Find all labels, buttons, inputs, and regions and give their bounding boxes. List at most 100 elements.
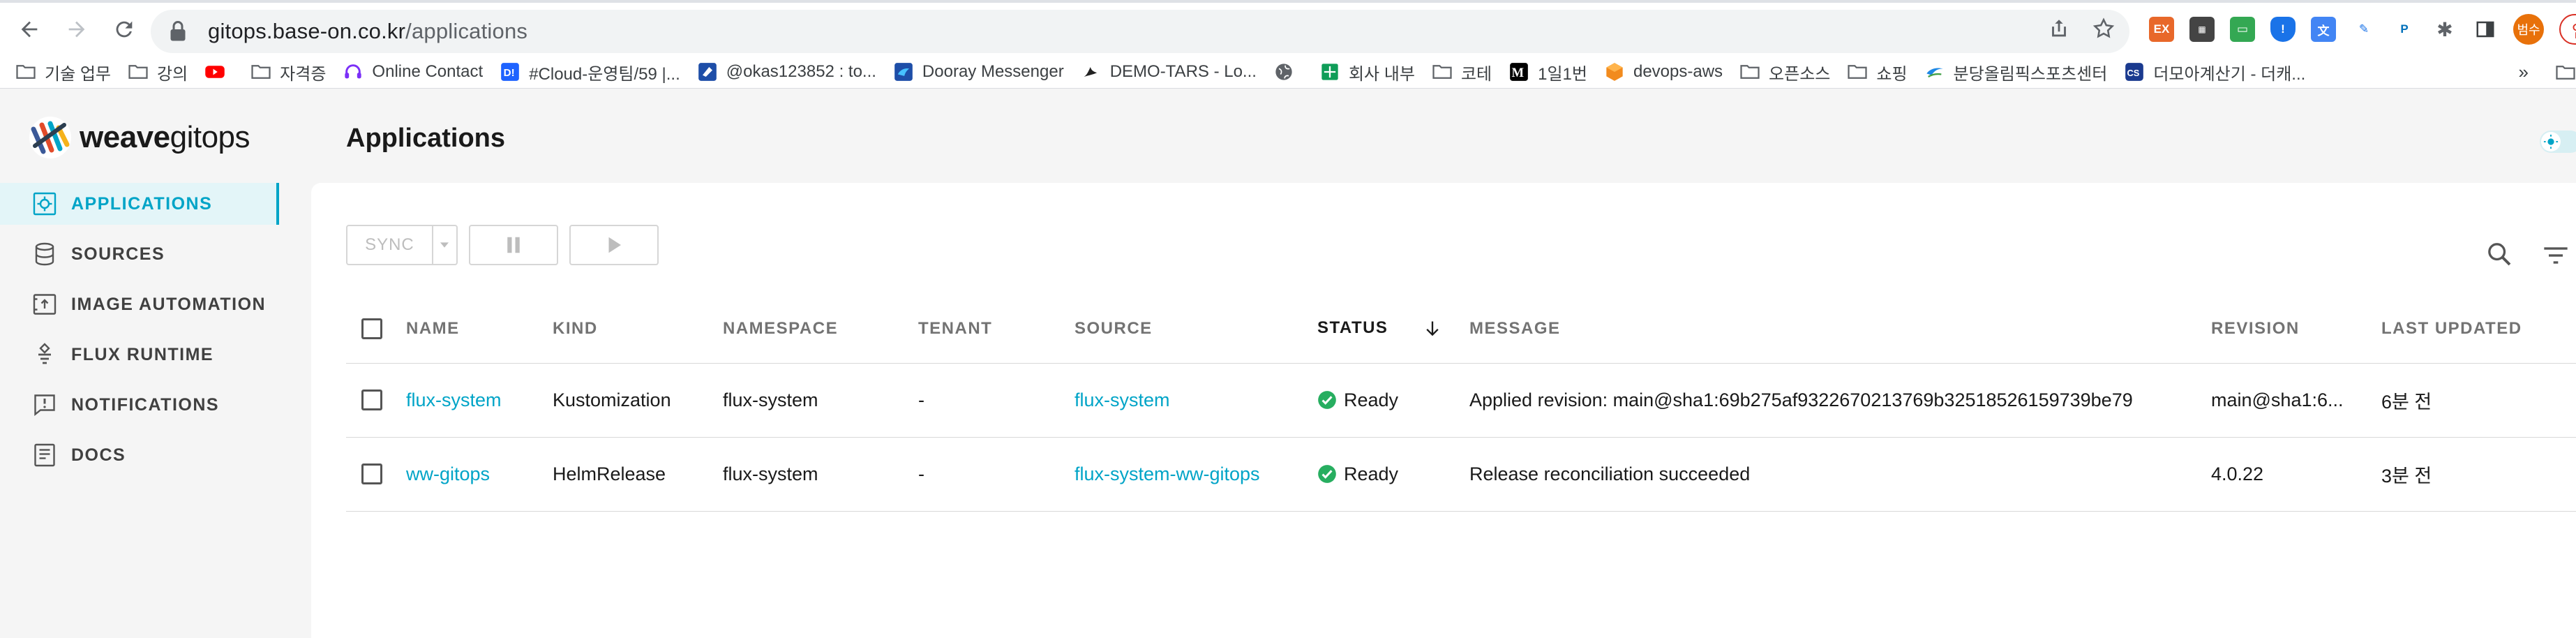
- suspend-button[interactable]: [469, 225, 558, 265]
- select-all-cell: [346, 295, 406, 363]
- cell-message: Release reconciliation succeeded: [1469, 437, 2211, 511]
- source-link[interactable]: flux-system: [1074, 390, 1170, 410]
- folder-icon: [1432, 62, 1453, 82]
- sidebar-item-notifications[interactable]: NOTIFICATIONS: [0, 384, 279, 426]
- bookmark-item[interactable]: 강의: [128, 60, 188, 84]
- puzzle-icon[interactable]: ✱: [2432, 17, 2457, 42]
- column-header-message[interactable]: MESSAGE: [1469, 295, 2211, 363]
- bookmark-label: #Cloud-운영팀/59 |...: [529, 64, 680, 84]
- column-header-label: NAME: [406, 318, 460, 338]
- address-bar[interactable]: gitops.base-on.co.kr/applications: [151, 10, 2129, 53]
- sidebar-item-applications[interactable]: APPLICATIONS: [0, 183, 279, 225]
- column-header-kind[interactable]: KIND: [553, 295, 723, 363]
- bookmark-item[interactable]: 자격증: [250, 60, 326, 84]
- source-link[interactable]: flux-system-ww-gitops: [1074, 463, 1260, 484]
- column-header-last-updated[interactable]: LAST UPDATED: [2381, 295, 2576, 363]
- bookmark-item[interactable]: M 1일1번: [1508, 60, 1587, 84]
- column-header-source[interactable]: SOURCE: [1074, 295, 1317, 363]
- bookmark-item[interactable]: 오픈소스: [1739, 60, 1830, 84]
- shield-extension-icon[interactable]: !: [2270, 17, 2296, 42]
- bookmark-item[interactable]: DEMO-TARS - Lo...: [1081, 62, 1257, 82]
- applications-table: NAME KIND NAMESPACE TENANT SOURCE STATUS MESSA…: [346, 295, 2576, 512]
- update-button[interactable]: 업: [2559, 14, 2576, 45]
- theme-toggle[interactable]: [2540, 131, 2576, 153]
- namespace-text: flux-system: [723, 463, 818, 484]
- column-header-tenant[interactable]: TENANT: [918, 295, 1074, 363]
- cell-last-updated: 3분 전: [2381, 437, 2576, 511]
- row-checkbox[interactable]: [361, 390, 382, 410]
- back-button[interactable]: [7, 7, 52, 52]
- column-header-label: LAST UPDATED: [2381, 318, 2522, 338]
- bookmark-item[interactable]: @okas123852 : to...: [697, 62, 876, 82]
- search-icon[interactable]: [2485, 240, 2513, 268]
- cell-revision: main@sha1:6...: [2211, 363, 2381, 437]
- svg-text:M: M: [1512, 66, 1525, 80]
- arrow-right-icon: [68, 21, 85, 38]
- column-header-namespace[interactable]: NAMESPACE: [723, 295, 918, 363]
- bookmark-item[interactable]: Online Contact: [343, 62, 483, 82]
- filter-icon[interactable]: [2541, 242, 2570, 269]
- folder-icon[interactable]: [2555, 63, 2576, 86]
- sidebar-item-image-automation[interactable]: IMAGE AUTOMATION: [0, 283, 279, 325]
- bookmark-item[interactable]: 기술 업무: [15, 60, 111, 84]
- sidebar-item-flux-runtime[interactable]: FLUX RUNTIME: [0, 334, 279, 376]
- cell-name: flux-system: [406, 363, 553, 437]
- side-panel-icon[interactable]: [2473, 17, 2498, 42]
- sync-dropdown-button[interactable]: [431, 226, 456, 264]
- bookmark-label: 코테: [1460, 64, 1492, 84]
- ex-extension-icon[interactable]: EX: [2149, 17, 2174, 42]
- resume-button[interactable]: [569, 225, 659, 265]
- bookmark-item[interactable]: [204, 62, 234, 82]
- sidebar-item-label: APPLICATIONS: [71, 193, 213, 214]
- weave-gitops-app: weavegitops Applications APPLICATIONS SOU…: [0, 89, 2576, 638]
- reload-icon: [116, 21, 133, 38]
- column-header-status[interactable]: STATUS: [1317, 295, 1469, 363]
- profile-avatar[interactable]: 범수: [2513, 14, 2544, 45]
- column-header-revision[interactable]: REVISION: [2211, 295, 2381, 363]
- name-link[interactable]: ww-gitops: [406, 463, 490, 484]
- bookmark-item[interactable]: D! #Cloud-운영팀/59 |...: [500, 60, 680, 84]
- sync-button[interactable]: SYNC: [346, 225, 458, 265]
- logo-text-light: gitops: [170, 120, 250, 154]
- notifications-icon: [32, 392, 57, 417]
- column-header-name[interactable]: NAME: [406, 295, 553, 363]
- green-extension-icon[interactable]: ▭: [2230, 17, 2255, 42]
- cell-namespace: flux-system: [723, 437, 918, 511]
- bookmark-label: 분당올림픽스포츠센터: [1953, 64, 2108, 84]
- pen-extension-icon[interactable]: ✎: [2351, 17, 2376, 42]
- forward-button[interactable]: [54, 7, 99, 52]
- select-all-checkbox[interactable]: [361, 318, 382, 339]
- weave-gitops-logo[interactable]: weavegitops: [28, 115, 250, 160]
- row-checkbox[interactable]: [361, 463, 382, 484]
- bookmark-item[interactable]: 분당올림픽스포츠센터: [1924, 60, 2108, 84]
- folder-icon: [1739, 62, 1760, 82]
- action-buttons: SYNC: [346, 225, 659, 265]
- dooray-messenger-icon: [893, 62, 914, 82]
- bookmark-item[interactable]: 회사 내부: [1319, 60, 1415, 84]
- sidebar-item-sources[interactable]: SOURCES: [0, 233, 279, 275]
- bookmark-item[interactable]: Dooray Messenger: [893, 62, 1064, 82]
- bookmark-label: Online Contact: [372, 62, 484, 81]
- bookmark-item[interactable]: devops-aws: [1604, 62, 1723, 82]
- bookmark-item[interactable]: CS 더모아계산기 - 더캐...: [2124, 60, 2305, 84]
- svg-text:CS: CS: [2127, 68, 2140, 78]
- tenant-text: -: [918, 463, 924, 484]
- sidebar-item-docs[interactable]: DOCS: [0, 434, 279, 476]
- pause-icon: [507, 237, 520, 253]
- bookmark-item[interactable]: 코테: [1432, 60, 1492, 84]
- cell-tenant: -: [918, 363, 1074, 437]
- caret-down-icon: [440, 242, 449, 248]
- paypal-extension-icon[interactable]: P: [2392, 17, 2417, 42]
- sort-arrow-down-icon[interactable]: [1423, 319, 1442, 339]
- arrow-left-icon: [21, 21, 38, 38]
- bookmark-item[interactable]: [1273, 62, 1303, 82]
- aws-icon: [1604, 62, 1625, 82]
- bookmark-star-icon[interactable]: [2092, 17, 2116, 40]
- bookmark-item[interactable]: 쇼핑: [1847, 60, 1908, 84]
- name-link[interactable]: flux-system: [406, 390, 502, 410]
- translate-extension-icon[interactable]: 文: [2311, 17, 2336, 42]
- bookmarks-overflow-button[interactable]: »: [2519, 61, 2529, 83]
- share-icon[interactable]: [2047, 17, 2071, 40]
- reload-button[interactable]: [102, 7, 147, 52]
- image-extension-icon[interactable]: ▦: [2189, 17, 2215, 42]
